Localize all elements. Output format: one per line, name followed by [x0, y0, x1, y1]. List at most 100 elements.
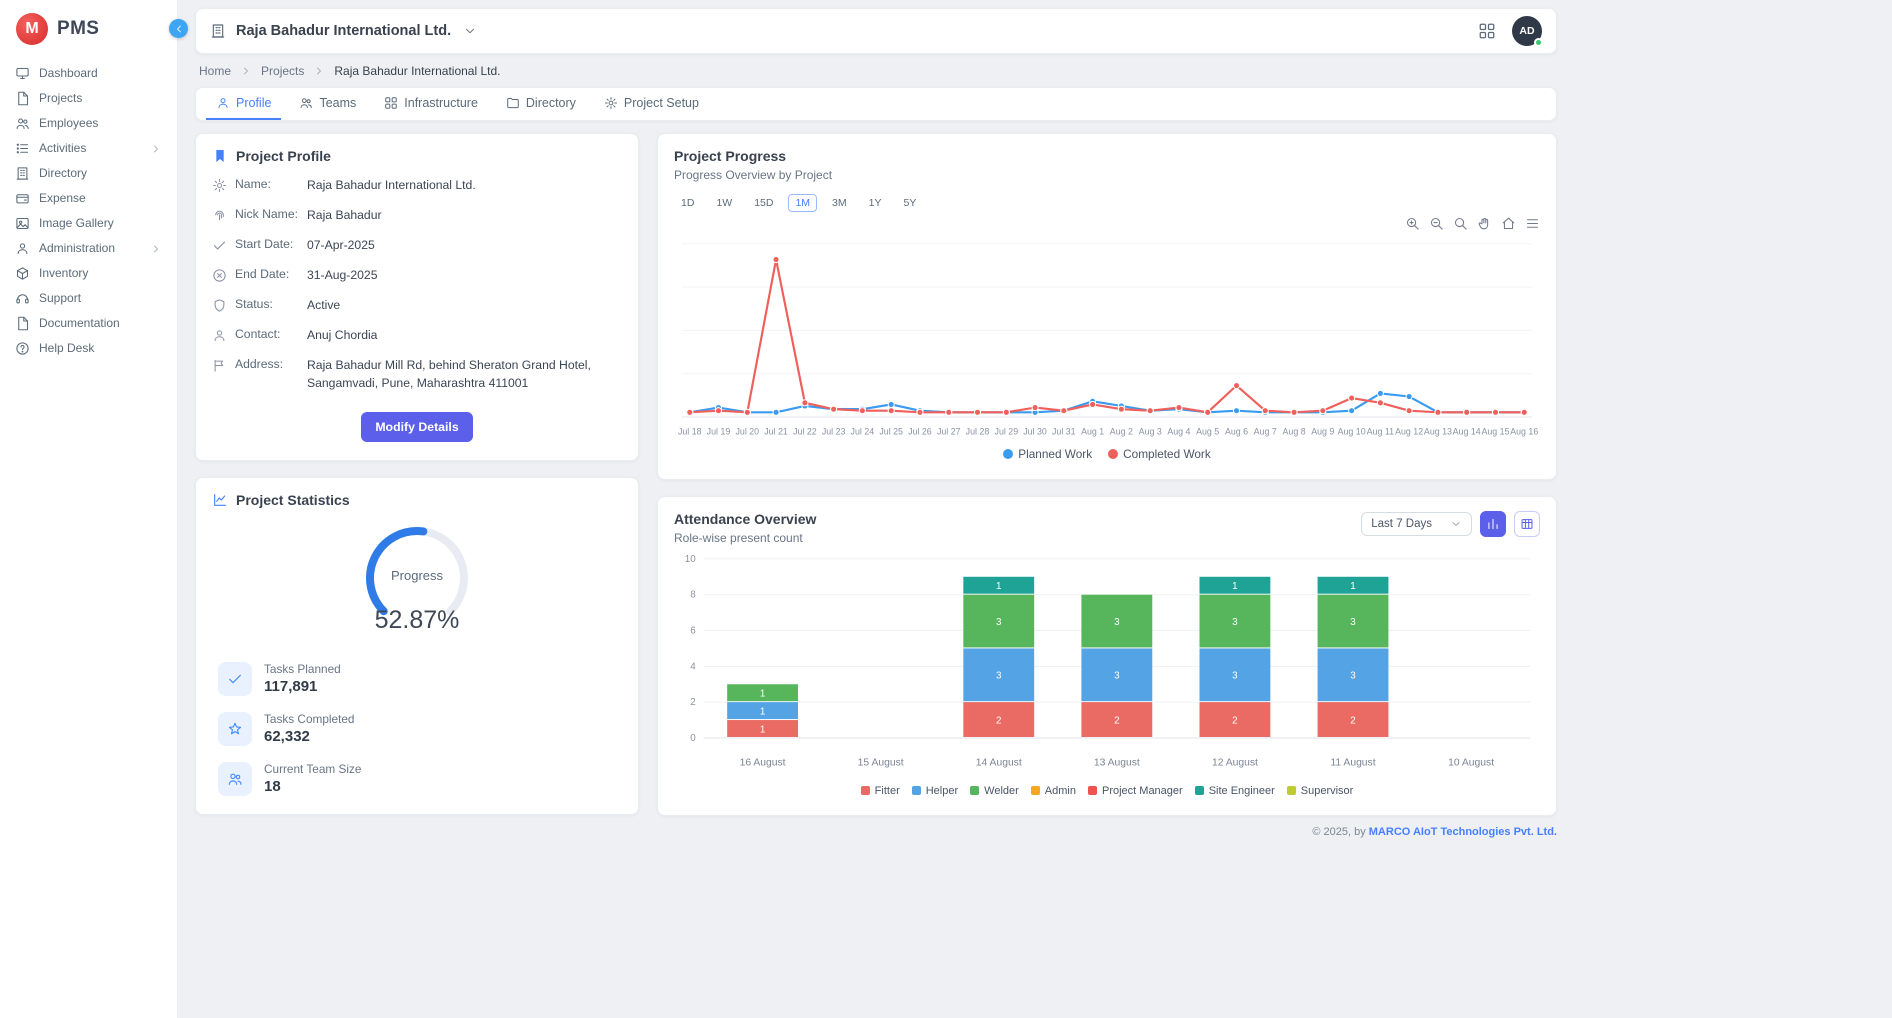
breadcrumb-projects[interactable]: Projects: [261, 64, 304, 78]
legend-item-welder[interactable]: Welder: [970, 785, 1019, 797]
date-range-select[interactable]: Last 7 Days: [1361, 512, 1472, 536]
sidebar-item-support[interactable]: Support: [0, 286, 177, 311]
svg-text:12 August: 12 August: [1212, 757, 1258, 768]
field-nick-name: Nick Name: Raja Bahadur: [212, 207, 622, 224]
svg-text:Aug 9: Aug 9: [1311, 427, 1334, 437]
footer-company-link[interactable]: MARCO AIoT Technologies Pvt. Ltd.: [1369, 826, 1557, 838]
chevron-right-icon: [150, 143, 162, 155]
svg-text:Aug 5: Aug 5: [1196, 427, 1219, 437]
selection-zoom-icon[interactable]: [1453, 216, 1468, 231]
sidebar-item-activities[interactable]: Activities: [0, 136, 177, 161]
svg-text:2: 2: [1232, 715, 1237, 726]
user-avatar[interactable]: AD: [1512, 16, 1542, 46]
chart-menu-icon[interactable]: [1525, 216, 1540, 231]
sidebar-item-expense[interactable]: Expense: [0, 186, 177, 211]
image-icon: [15, 216, 30, 231]
online-status-dot: [1534, 38, 1543, 47]
card-title: Project Statistics: [236, 492, 350, 508]
brand-block[interactable]: M PMS: [0, 0, 177, 55]
sidebar-item-image-gallery[interactable]: Image Gallery: [0, 211, 177, 236]
project-progress-line-chart[interactable]: Jul 18Jul 19Jul 20Jul 21Jul 22Jul 23Jul …: [674, 232, 1540, 441]
range-button-15d[interactable]: 15D: [747, 194, 780, 212]
sidebar-item-dashboard[interactable]: Dashboard: [0, 61, 177, 86]
tab-infrastructure[interactable]: Infrastructure: [374, 88, 488, 120]
zoom-in-icon[interactable]: [1405, 216, 1420, 231]
bar-view-toggle-button[interactable]: [1480, 511, 1506, 537]
svg-text:3: 3: [1232, 617, 1238, 628]
legend-item-site-engineer[interactable]: Site Engineer: [1195, 785, 1275, 797]
sidebar-item-administration[interactable]: Administration: [0, 236, 177, 261]
legend-item-completed-work[interactable]: Completed Work: [1108, 447, 1211, 461]
app-logo: M: [16, 13, 48, 45]
attendance-stacked-bar-chart[interactable]: 024681011116 August15 August233114 Augus…: [674, 551, 1540, 779]
folder-icon: [506, 96, 520, 110]
person-icon: [212, 328, 227, 343]
x-circle-icon: [212, 268, 227, 283]
svg-text:Jul 31: Jul 31: [1052, 427, 1076, 437]
file-icon: [15, 91, 30, 106]
chevron-down-icon[interactable]: [463, 24, 477, 38]
sidebar: M PMS Dashboard Projects Employees Activ…: [0, 0, 178, 1018]
pan-hand-icon[interactable]: [1477, 216, 1492, 231]
svg-text:Jul 28: Jul 28: [966, 427, 990, 437]
table-view-toggle-button[interactable]: [1514, 511, 1540, 537]
svg-text:Jul 20: Jul 20: [736, 427, 760, 437]
svg-text:16 August: 16 August: [740, 757, 786, 768]
field-start-date: Start Date: 07-Apr-2025: [212, 237, 622, 254]
reset-home-icon[interactable]: [1501, 216, 1516, 231]
legend-item-supervisor[interactable]: Supervisor: [1287, 785, 1354, 797]
svg-text:Jul 29: Jul 29: [995, 427, 1019, 437]
svg-text:14 August: 14 August: [976, 757, 1022, 768]
chart-toolbar: [674, 214, 1540, 232]
help-icon: [15, 341, 30, 356]
legend-item-planned-work[interactable]: Planned Work: [1003, 447, 1092, 461]
apps-grid-button[interactable]: [1478, 22, 1496, 40]
tab-label: Infrastructure: [404, 96, 478, 110]
sidebar-collapse-button[interactable]: [169, 19, 188, 38]
sidebar-item-directory[interactable]: Directory: [0, 161, 177, 186]
sidebar-item-projects[interactable]: Projects: [0, 86, 177, 111]
range-button-3m[interactable]: 3M: [825, 194, 854, 212]
legend-item-helper[interactable]: Helper: [912, 785, 958, 797]
footer-text: © 2025, by: [1312, 826, 1368, 838]
svg-text:Aug 12: Aug 12: [1395, 427, 1423, 437]
field-end-date: End Date: 31-Aug-2025: [212, 267, 622, 284]
svg-text:Jul 24: Jul 24: [851, 427, 875, 437]
fingerprint-icon: [212, 208, 227, 223]
zoom-out-icon[interactable]: [1429, 216, 1444, 231]
tab-label: Teams: [319, 96, 356, 110]
modify-details-button[interactable]: Modify Details: [361, 412, 472, 442]
tab-profile[interactable]: Profile: [206, 88, 281, 120]
breadcrumb-home[interactable]: Home: [199, 64, 231, 78]
range-button-1d[interactable]: 1D: [674, 194, 701, 212]
tab-project-setup[interactable]: Project Setup: [594, 88, 709, 120]
svg-text:Aug 10: Aug 10: [1338, 427, 1366, 437]
sidebar-item-inventory[interactable]: Inventory: [0, 261, 177, 286]
company-selector-label[interactable]: Raja Bahadur International Ltd.: [236, 23, 451, 39]
range-button-5y[interactable]: 5Y: [896, 194, 923, 212]
tab-directory[interactable]: Directory: [496, 88, 586, 120]
svg-text:0: 0: [690, 733, 696, 744]
chart-line-icon: [212, 492, 228, 508]
range-button-1y[interactable]: 1Y: [862, 194, 889, 212]
table-icon: [1520, 517, 1534, 531]
check-icon: [218, 662, 252, 696]
svg-text:Jul 26: Jul 26: [908, 427, 932, 437]
range-button-1m[interactable]: 1M: [788, 194, 817, 212]
people-icon: [218, 762, 252, 796]
legend-item-fitter[interactable]: Fitter: [861, 785, 900, 797]
sidebar-item-documentation[interactable]: Documentation: [0, 311, 177, 336]
project-statistics-card: Project Statistics Progress 52.87% Tasks…: [195, 477, 639, 815]
brand-name: PMS: [57, 18, 99, 40]
svg-text:2: 2: [996, 715, 1001, 726]
attendance-overview-card: Attendance Overview Role-wise present co…: [657, 496, 1557, 816]
card-title: Project Profile: [236, 148, 331, 164]
legend-item-project-manager[interactable]: Project Manager: [1088, 785, 1183, 797]
box-icon: [15, 266, 30, 281]
sidebar-item-help-desk[interactable]: Help Desk: [0, 336, 177, 361]
sidebar-item-employees[interactable]: Employees: [0, 111, 177, 136]
tab-teams[interactable]: Teams: [289, 88, 366, 120]
range-button-1w[interactable]: 1W: [709, 194, 739, 212]
top-header: Raja Bahadur International Ltd. AD: [195, 8, 1557, 54]
legend-item-admin[interactable]: Admin: [1031, 785, 1076, 797]
